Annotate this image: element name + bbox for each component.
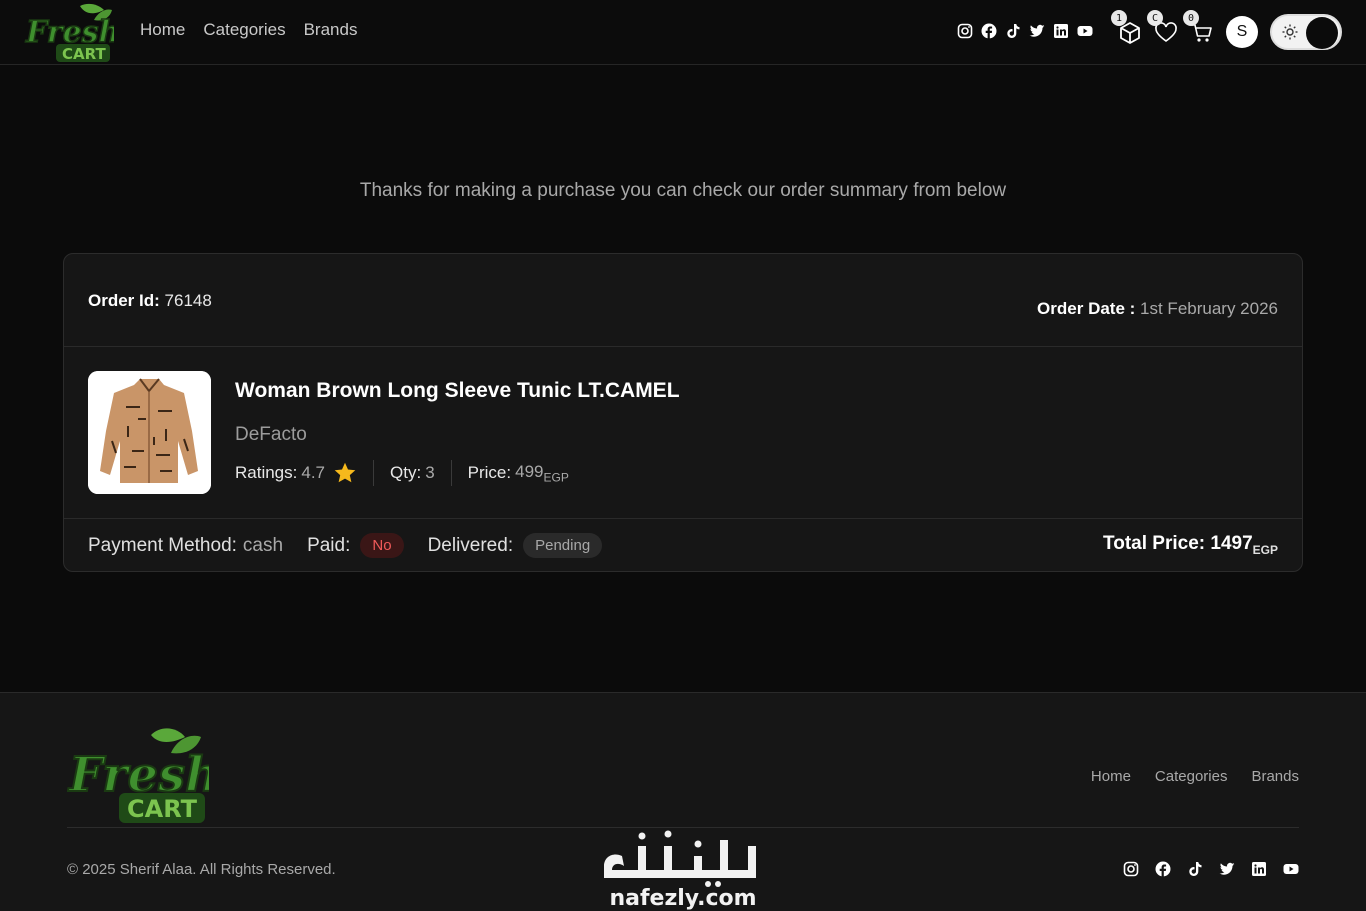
thanks-message: Thanks for making a purchase you can che… [359,180,1007,201]
footer-social-links [1123,861,1299,877]
footer-logo[interactable]: Fresh CART [66,723,221,828]
footer-brands-link[interactable]: Brands [1251,768,1299,785]
price-value: 499EGP [515,462,569,484]
order-id-label: Order Id: [88,291,160,310]
twitter-icon[interactable] [1219,861,1235,877]
delivered-status-badge: Pending [523,533,603,558]
svg-text:CART: CART [127,795,198,823]
order-date-value: 1st February 2026 [1140,299,1278,318]
price-currency: EGP [543,470,569,485]
wishlist-badge: C [1147,10,1163,26]
order-total: Total Price: 1497EGP [1103,533,1278,557]
header-social-links [957,23,1093,39]
toggle-knob [1306,17,1338,49]
product-meta: Ratings: 4.7 Qty: 3 Price: 499EGP [235,460,569,486]
qty-value: 3 [425,463,435,482]
order-date: Order Date : 1st February 2026 [1037,299,1278,319]
ratings-label: Ratings: [235,463,298,482]
theme-toggle[interactable] [1270,14,1342,50]
orders-badge: 1 [1111,10,1127,26]
order-item: Woman Brown Long Sleeve Tunic LT.CAMEL D… [64,347,1302,519]
linkedin-icon[interactable] [1053,23,1069,39]
total-value: 1497 [1210,533,1253,554]
nav-brands-link[interactable]: Brands [304,20,358,40]
footer-categories-link[interactable]: Categories [1155,768,1228,785]
payment-label: Payment Method: [88,534,237,556]
instagram-icon[interactable] [957,23,973,39]
facebook-icon[interactable] [1155,861,1171,877]
order-footer: Payment Method: cash Paid: No Delivered:… [64,519,1302,573]
order-date-label: Order Date : [1037,299,1136,318]
price-amount: 499 [515,461,544,481]
paid-status-badge: No [360,533,404,558]
main-nav: Home Categories Brands [140,20,357,40]
product-qty: Qty: 3 [390,463,435,483]
total-currency: EGP [1252,542,1278,557]
nav-home-link[interactable]: Home [140,20,185,40]
nafezly-watermark: nafezly.com [598,826,768,911]
meta-divider [450,460,452,486]
order-summary-card: Order Id: 76148 Order Date : 1st Februar… [63,253,1303,572]
watermark-text: nafezly.com [609,886,756,911]
cart-badge: 0 [1183,10,1199,26]
instagram-icon[interactable] [1123,861,1139,877]
wishlist-button[interactable]: C [1147,10,1179,46]
payment-value: cash [242,534,284,556]
footer-nav: Home Categories Brands [1091,768,1299,785]
youtube-icon[interactable] [1283,861,1299,877]
orders-button[interactable]: 1 [1111,10,1143,46]
fresh-cart-logo[interactable]: Fresh CART [24,2,121,64]
user-avatar[interactable]: S [1226,16,1258,48]
tiktok-icon[interactable] [1187,861,1203,877]
qty-label: Qty: [390,463,422,482]
nav-categories-link[interactable]: Categories [203,20,285,40]
twitter-icon[interactable] [1029,23,1045,39]
delivered-label: Delivered: [427,534,514,556]
total-label: Total Price: [1103,533,1206,554]
youtube-icon[interactable] [1077,23,1093,39]
ratings-value: 4.7 [301,463,326,482]
order-id-value: 76148 [164,291,212,310]
linkedin-icon[interactable] [1251,861,1267,877]
price-label: Price: [467,462,512,482]
order-header: Order Id: 76148 Order Date : 1st Februar… [64,254,1302,347]
product-price: Price: 499EGP [468,462,569,484]
navbar: Fresh CART Home Categories Brands 1 C 0 … [0,0,1366,65]
sun-icon [1282,24,1298,40]
tiktok-icon[interactable] [1005,23,1021,39]
svg-text:CART: CART [62,45,106,63]
meta-divider [373,460,375,486]
cart-button[interactable]: 0 [1183,10,1215,46]
facebook-icon[interactable] [981,23,997,39]
product-brand: DeFacto [235,424,307,445]
paid-label: Paid: [307,534,351,556]
star-icon [334,462,356,483]
product-image[interactable] [88,371,211,494]
product-title[interactable]: Woman Brown Long Sleeve Tunic LT.CAMEL [235,379,680,403]
order-id: Order Id: 76148 [88,291,212,311]
copyright-text: © 2025 Sherif Alaa. All Rights Reserved. [67,861,336,878]
footer-home-link[interactable]: Home [1091,768,1131,785]
order-status: Payment Method: cash Paid: No Delivered:… [88,533,603,558]
product-rating: Ratings: 4.7 [235,461,357,485]
